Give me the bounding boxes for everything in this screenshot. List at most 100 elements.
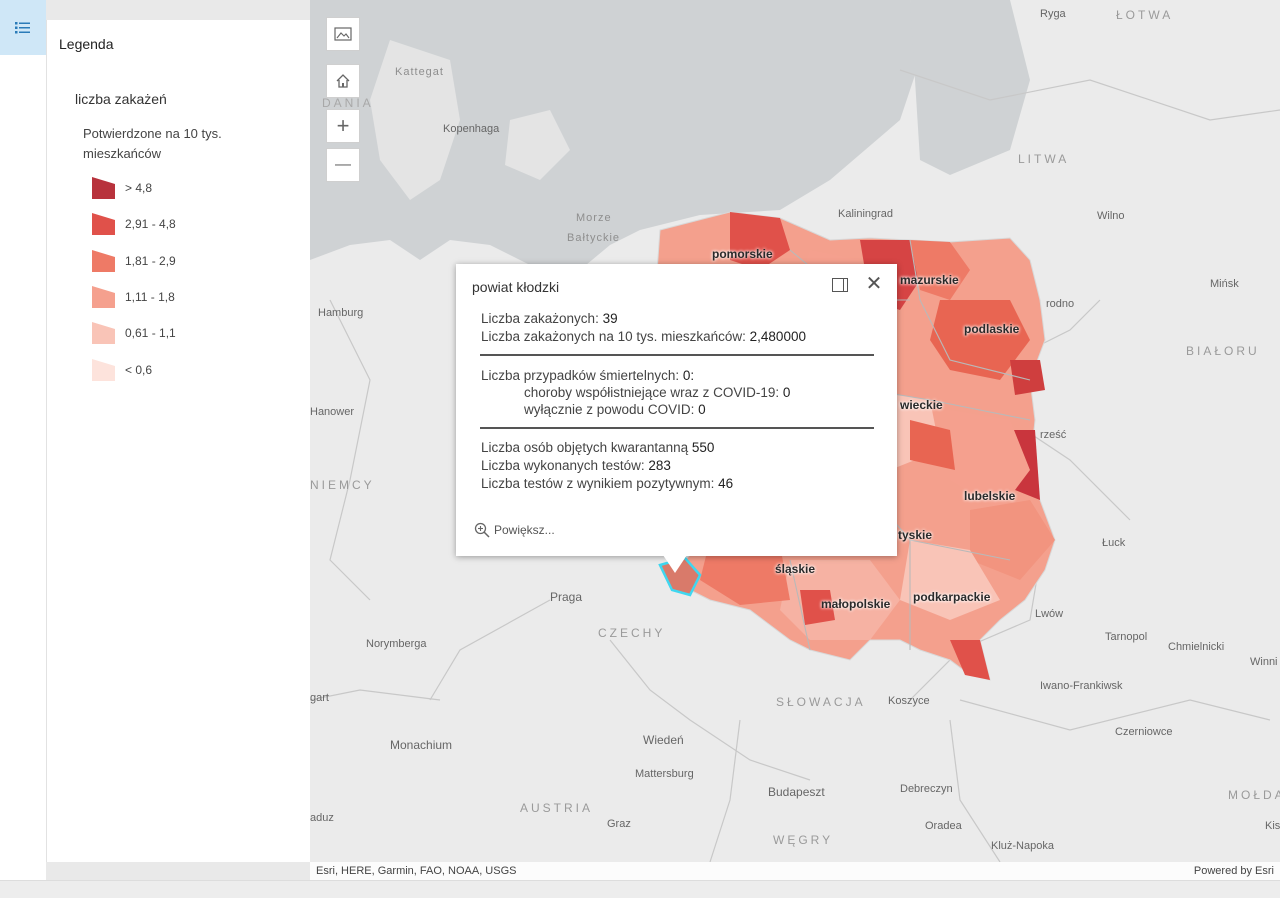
feature-popup[interactable]: powiat kłodzki ✕ Liczba zakażonych: 39 L… [456,264,897,556]
legend-item: 1,11 - 1,8 [91,284,175,310]
close-icon[interactable]: ✕ [864,274,884,294]
place-label: Iwano-Frankiwsk [1040,680,1123,692]
place-label: Czerniowce [1115,726,1173,738]
comorb-row: choroby współistniejące wraz z COVID-19:… [524,385,790,400]
deaths-label: Liczba przypadków śmiertelnych: [481,368,680,383]
rate-row: Liczba zakażonych na 10 tys. mieszkańców… [481,329,806,344]
legend-title: Legenda [59,36,114,52]
legend-item: 1,81 - 2,9 [91,248,176,274]
region-label: tyskie [898,528,933,542]
region-label: pomorskie [712,247,773,261]
rate-label: Liczba zakażonych na 10 tys. mieszkańców… [481,329,746,344]
place-label: Kopenhaga [443,123,500,135]
legend-item-label: 0,61 - 1,1 [125,326,176,340]
place-label: Hamburg [318,307,364,319]
quarantine-label: Liczba osób objętych kwarantanną [481,440,689,455]
place-label: Budapeszt [768,785,825,799]
region-label: małopolskie [821,597,891,611]
attribution-text: Esri, HERE, Garmin, FAO, NOAA, USGS [316,865,517,877]
tests-row: Liczba wykonanych testów: 283 [481,458,671,473]
place-label: Monachium [390,738,453,752]
legend-swatch [92,286,115,308]
country-label: NIEMCY [310,478,375,492]
place-label: Mińsk [1210,278,1239,290]
place-label: Mattersburg [635,768,694,780]
place-label: Ryga [1040,8,1066,20]
place-label: rodno [1046,298,1075,310]
legend-field-label: Potwierdzone na 10 tys. mieszkańców [83,126,222,161]
rate-value: 2,480000 [749,329,806,344]
layer-title: liczba zakażeń [75,91,167,107]
side-toolbar [0,0,46,880]
deaths-row: Liczba przypadków śmiertelnych: 0: [481,368,694,383]
legend-item: 0,61 - 1,1 [91,320,176,346]
popup-title: powiat kłodzki [472,279,560,295]
place-label: Wiedeń [643,733,684,747]
zoom-magnifier-icon [474,522,490,538]
tests-value: 283 [648,458,671,473]
deaths-value: 0: [682,368,695,383]
country-label: WĘGRY [773,833,834,847]
divider [480,427,874,429]
place-label: Winni [1250,656,1278,668]
place-label: Debreczyn [900,783,953,795]
place-label: Graz [607,818,631,830]
positive-label: Liczba testów z wynikiem pozytywnym: [481,476,715,491]
place-label: Oradea [925,820,962,832]
zoom-to-label: Powiększ... [494,523,555,537]
country-label: CZECHY [598,626,666,640]
tests-label: Liczba wykonanych testów: [481,458,645,473]
country-label: MOŁDA [1228,788,1280,802]
legend-swatch [92,177,115,199]
country-label: BIAŁORU [1186,344,1260,358]
zoom-in-icon[interactable]: + [326,109,360,143]
legend-item-label: > 4,8 [125,181,153,195]
quarantine-value: 550 [691,440,715,455]
cases-row: Liczba zakażonych: 39 [481,311,618,326]
country-label: DANIA [322,96,374,110]
zoom-out-icon[interactable]: — [326,148,360,182]
legend-item: > 4,8 [91,175,152,201]
bottom-strip [0,880,1280,898]
legend-item: < 0,6 [91,357,152,383]
region-label: mazurskie [900,273,959,287]
positive-row: Liczba testów z wynikiem pozytywnym: 46 [481,476,733,491]
place-label: Hanower [310,406,355,418]
place-label: rześć [1040,429,1067,441]
basemap-gallery-icon[interactable] [326,17,360,51]
legend-panel: Legenda liczba zakażeń Potwierdzone na 1… [46,20,311,862]
divider [480,354,874,356]
place-label: aduz [310,812,334,824]
positive-value: 46 [718,476,734,491]
region-label: lubelskie [964,489,1016,503]
legend-swatch [92,359,115,381]
dock-icon[interactable] [832,278,848,292]
covid-only-row: wyłącznie z powodu COVID: 0 [524,402,706,417]
place-label: Chmielnicki [1168,641,1225,653]
home-icon[interactable] [326,64,360,98]
cases-value: 39 [602,311,618,326]
region-label: podlaskie [964,322,1020,336]
legend-item-label: 1,81 - 2,9 [125,254,176,268]
powered-by-link[interactable]: Powered by Esri [1194,865,1274,877]
sea-label: Morze [576,212,612,224]
popup-pointer [663,555,687,573]
place-label: Kluż-Napoka [991,840,1054,852]
place-label: Kis [1265,820,1280,832]
legend-swatch [92,213,115,235]
comorb-value: 0 [782,385,791,400]
place-label: Tarnopol [1105,631,1148,643]
legend-item-label: 2,91 - 4,8 [125,217,176,231]
place-label: Norymberga [366,638,427,650]
zoom-to-link[interactable]: Powiększ... [474,522,555,538]
region-label: podkarpackie [913,590,991,604]
country-label: SŁOWACJA [776,695,866,709]
place-label: Lwów [1035,608,1064,620]
legend-swatch [92,322,115,344]
region-label: śląskie [775,562,816,576]
place-label: Praga [550,590,583,604]
legend-list-icon[interactable] [0,0,46,55]
country-label: LITWA [1018,152,1070,166]
covid-only-value: 0 [698,402,706,417]
place-label: Łuck [1102,537,1126,549]
